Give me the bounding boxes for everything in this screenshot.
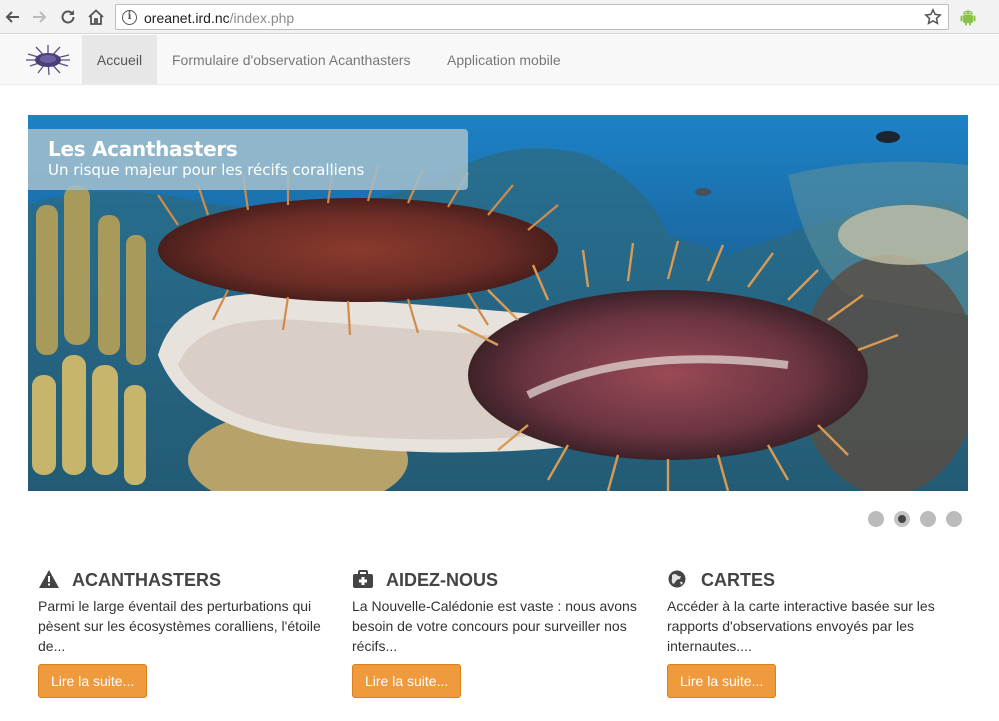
feature-text: Accéder à la carte interactive basée sur… <box>667 598 935 654</box>
starfish-icon[interactable] <box>24 44 72 76</box>
nav-item-formulaire[interactable]: Formulaire d'observation Acanthasters <box>172 35 410 85</box>
forward-icon[interactable] <box>28 6 50 28</box>
carousel-indicator-2[interactable] <box>894 511 910 527</box>
home-icon[interactable] <box>85 6 107 28</box>
site-navbar: Accueil Formulaire d'observation Acantha… <box>0 35 999 85</box>
warning-icon <box>38 569 60 589</box>
address-bar[interactable]: i oreanet.ird.nc/index.php <box>115 4 949 30</box>
feature-cartes: CARTES Accéder à la carte interactive ba… <box>667 568 957 698</box>
feature-acanthasters: ACANTHASTERS Parmi le large éventail des… <box>38 568 328 698</box>
feature-text: Parmi le large éventail des perturbation… <box>38 598 321 654</box>
carousel-indicator-4[interactable] <box>946 511 962 527</box>
nav-item-accueil[interactable]: Accueil <box>82 35 157 85</box>
carousel-indicator-1[interactable] <box>868 511 884 527</box>
read-more-button[interactable]: Lire la suite... <box>667 664 777 698</box>
feature-text: La Nouvelle-Calédonie est vaste : nous a… <box>352 598 637 654</box>
android-icon[interactable] <box>958 7 978 32</box>
browser-toolbar: i oreanet.ird.nc/index.php <box>0 0 999 34</box>
url-text: oreanet.ird.nc/index.php <box>144 10 295 26</box>
feature-heading: AIDEZ-NOUS <box>352 568 642 592</box>
medkit-icon <box>352 569 374 589</box>
feature-title: CARTES <box>701 570 776 590</box>
feature-title: AIDEZ-NOUS <box>386 570 498 590</box>
star-icon[interactable] <box>924 8 942 31</box>
carousel-indicator-3[interactable] <box>920 511 936 527</box>
hero-carousel[interactable]: Les Acanthasters Un risque majeur pour l… <box>28 115 968 491</box>
back-icon[interactable] <box>2 6 24 28</box>
carousel-caption: Les Acanthasters Un risque majeur pour l… <box>28 129 468 190</box>
carousel-subtitle: Un risque majeur pour les récifs coralli… <box>48 161 365 179</box>
globe-icon <box>667 569 689 589</box>
read-more-button[interactable]: Lire la suite... <box>38 664 148 698</box>
feature-heading: CARTES <box>667 568 957 592</box>
feature-title: ACANTHASTERS <box>72 570 222 590</box>
carousel-title: Les Acanthasters <box>48 137 238 161</box>
reload-icon[interactable] <box>57 6 79 28</box>
feature-aidez-nous: AIDEZ-NOUS La Nouvelle-Calédonie est vas… <box>352 568 642 698</box>
info-icon[interactable]: i <box>122 10 137 25</box>
feature-heading: ACANTHASTERS <box>38 568 328 592</box>
read-more-button[interactable]: Lire la suite... <box>352 664 462 698</box>
nav-item-application-mobile[interactable]: Application mobile <box>447 35 561 85</box>
